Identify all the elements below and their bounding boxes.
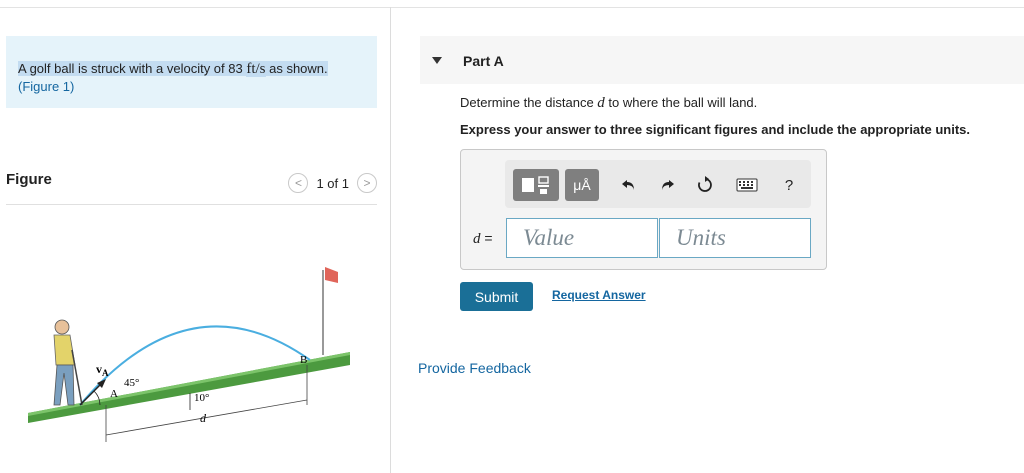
reset-button[interactable] — [693, 169, 717, 201]
templates-button[interactable] — [513, 169, 559, 201]
next-figure-button[interactable]: > — [357, 173, 377, 193]
question-end: to where the ball will land. — [604, 95, 758, 110]
request-answer-link[interactable]: Request Answer — [552, 288, 646, 302]
help-icon: ? — [784, 176, 794, 194]
point-a-label: A — [110, 388, 118, 400]
question-start: Determine the distance — [460, 95, 598, 110]
figure-header: Figure < 1 of 1 > — [6, 171, 377, 205]
redo-button[interactable] — [655, 169, 679, 201]
undo-icon — [622, 180, 634, 190]
equals-sign: = — [480, 230, 493, 246]
symbols-icon: μÅ — [573, 177, 591, 193]
redo-icon — [662, 180, 674, 190]
figure-pager: < 1 of 1 > — [288, 173, 377, 193]
figure-link[interactable]: (Figure 1) — [18, 79, 74, 94]
provide-feedback-link[interactable]: Provide Feedback — [418, 360, 531, 376]
units-placeholder: Units — [676, 225, 726, 250]
top-border — [0, 7, 1024, 8]
value-input[interactable]: Value — [506, 218, 658, 258]
answer-variable-label: d = — [473, 230, 493, 248]
submit-button[interactable]: Submit — [460, 282, 533, 311]
golfer — [53, 319, 83, 406]
answer-box: μÅ ? d = Value Units — [460, 149, 827, 270]
prev-figure-button[interactable]: < — [288, 173, 309, 193]
launch-angle-label: 45° — [124, 377, 139, 389]
panel-divider — [390, 7, 391, 473]
keyboard-icon — [736, 178, 758, 192]
figure-page-count: 1 of 1 — [316, 175, 349, 191]
question-variable: d — [597, 95, 605, 111]
part-a-header[interactable]: Part A — [420, 36, 1024, 84]
problem-text-end: as shown. — [265, 61, 328, 76]
reset-icon — [698, 176, 712, 192]
answer-instruction: Express your answer to three significant… — [460, 122, 970, 137]
keyboard-button[interactable] — [733, 169, 761, 201]
part-title: Part A — [463, 53, 504, 69]
units-input[interactable]: Units — [659, 218, 811, 258]
symbols-button[interactable]: μÅ — [565, 169, 599, 201]
velocity-label: vA — [96, 362, 109, 378]
point-b-label: B — [300, 354, 307, 366]
problem-statement: A golf ball is struck with a velocity of… — [6, 36, 377, 108]
chevron-right-icon: > — [363, 176, 371, 190]
figure-title: Figure — [6, 171, 52, 188]
question-text: Determine the distance d to where the ba… — [460, 95, 757, 112]
templates-icon — [522, 176, 549, 194]
value-placeholder: Value — [523, 225, 575, 250]
problem-text: A golf ball is struck with a velocity of… — [18, 60, 328, 78]
slope-angle-label: 10° — [194, 392, 209, 404]
flag — [325, 267, 338, 283]
chevron-left-icon: < — [294, 176, 302, 190]
answer-variable: d — [473, 231, 481, 247]
problem-text-start: A golf ball is struck with a velocity of… — [18, 61, 247, 76]
help-button[interactable]: ? — [777, 169, 801, 201]
math-toolbar: μÅ ? — [505, 160, 811, 208]
golf-figure: vA 45° A B 10° d — [28, 267, 350, 442]
undo-button[interactable] — [617, 169, 641, 201]
distance-dimension — [105, 399, 308, 436]
velocity-units: ft/s — [246, 61, 266, 77]
caret-down-icon — [432, 57, 442, 64]
distance-label: d — [200, 411, 207, 425]
